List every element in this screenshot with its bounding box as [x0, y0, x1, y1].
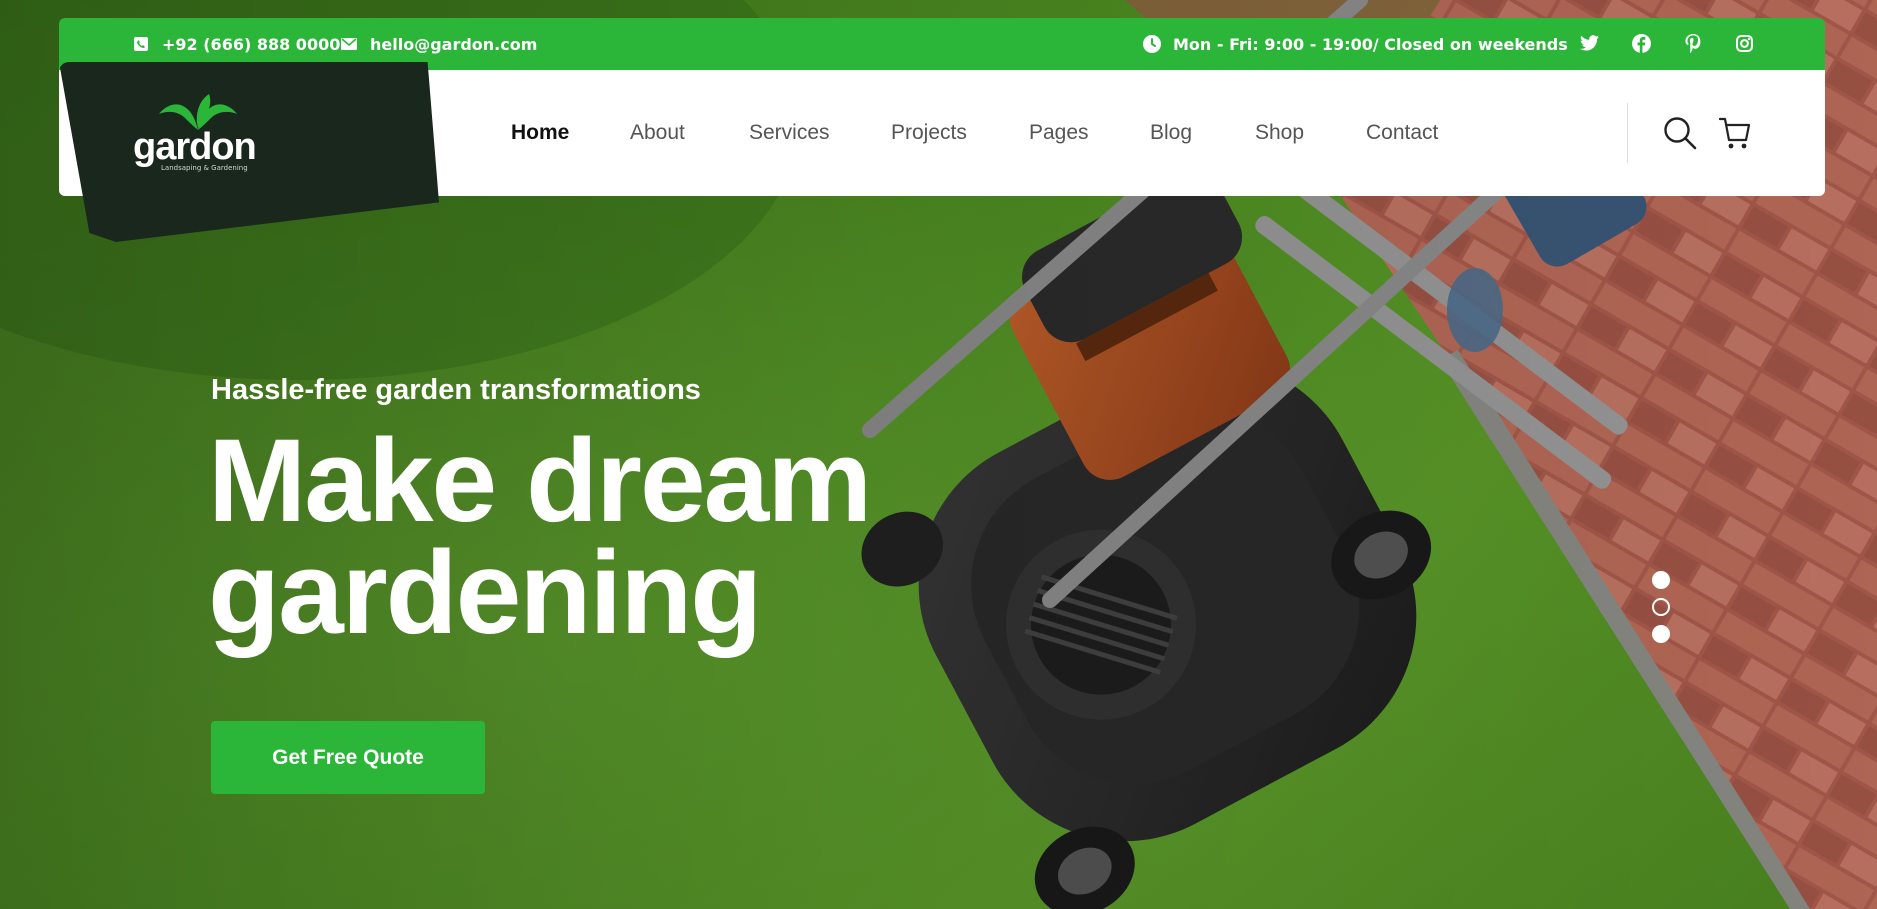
hero-headline-line2: gardening: [208, 527, 762, 659]
email-address[interactable]: hello@gardon.com: [370, 35, 537, 54]
nav-item-home[interactable]: Home: [511, 121, 569, 145]
nav-item-pages[interactable]: Pages: [1029, 121, 1089, 145]
phone-icon: [132, 35, 150, 53]
page: +92 (666) 888 0000 hello@gardon.com Mon …: [0, 0, 1877, 909]
envelope-icon: [340, 35, 358, 53]
business-hours: Mon - Fri: 9:00 - 19:00/ Closed on weeke…: [1143, 18, 1568, 70]
search-icon[interactable]: [1663, 116, 1697, 154]
twitter-icon[interactable]: [1580, 35, 1599, 55]
slider-pagination: [1652, 571, 1674, 652]
hero-headline: Make dream gardening: [208, 422, 872, 652]
instagram-icon[interactable]: [1736, 35, 1754, 56]
nav-item-contact[interactable]: Contact: [1366, 121, 1438, 145]
nav-item-shop[interactable]: Shop: [1255, 121, 1304, 145]
nav-item-blog[interactable]: Blog: [1150, 121, 1192, 145]
hours-text: Mon - Fri: 9:00 - 19:00/ Closed on weeke…: [1173, 34, 1568, 54]
nav-item-projects[interactable]: Projects: [891, 121, 967, 145]
slide-dot-3[interactable]: [1652, 625, 1670, 643]
slide-dot-1[interactable]: [1652, 571, 1670, 589]
nav-item-about[interactable]: About: [630, 121, 685, 145]
pinterest-icon[interactable]: [1685, 34, 1701, 57]
brand-logo[interactable]: gardon Landsaping & Gardening: [133, 92, 263, 178]
facebook-icon[interactable]: [1632, 34, 1651, 57]
get-free-quote-button[interactable]: Get Free Quote: [211, 721, 485, 794]
nav-item-services[interactable]: Services: [749, 121, 830, 145]
slide-dot-2[interactable]: [1652, 598, 1670, 616]
phone-number[interactable]: +92 (666) 888 0000: [162, 35, 340, 54]
brand-tagline: Landsaping & Gardening: [161, 164, 248, 172]
cart-icon[interactable]: [1718, 116, 1751, 154]
nav-divider: [1627, 103, 1628, 163]
brand-name: gardon: [133, 126, 257, 168]
hero-eyebrow: Hassle-free garden transformations: [211, 374, 701, 406]
clock-icon: [1143, 35, 1161, 53]
